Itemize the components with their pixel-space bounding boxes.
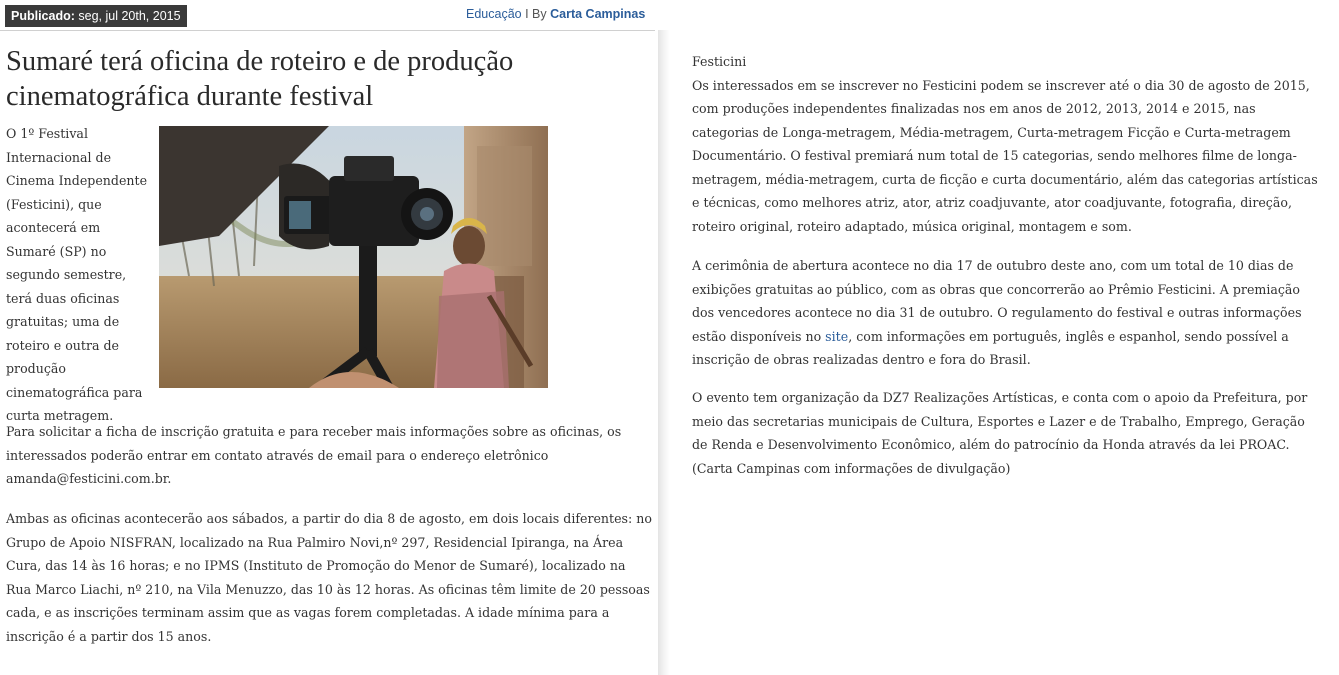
continuation-paragraph-organization: O evento tem organização da DZ7 Realizaç… [692,390,1308,476]
continuation-paragraph-registration: Festicini Os interessados em se inscrever… [692,50,1322,238]
film-camera-photo [159,126,548,388]
category-link[interactable]: Educação [466,7,522,21]
article-paragraph-contact: Para solicitar a ficha de inscrição grat… [6,424,622,486]
article-title: Sumaré terá oficina de roteiro e de prod… [6,46,514,112]
continuation-para1: Os interessados em se inscrever no Festi… [692,77,1318,234]
site-link[interactable]: site [825,329,848,344]
published-label: Publicado: [11,9,75,23]
author-separator: I By [525,7,547,21]
article-left-column: Publicado: seg, jul 20th, 2015 Educação … [0,0,655,675]
continuation-paragraph-ceremony: A cerimônia de abertura acontece no dia … [692,254,1322,372]
published-badge: Publicado: seg, jul 20th, 2015 [5,5,187,27]
continuation-heading: Festicini [692,54,747,69]
article-intro: O 1º Festival Internacional de Cinema In… [6,126,148,423]
column-divider [658,30,670,675]
published-date: seg, jul 20th, 2015 [78,9,181,23]
article-right-column: Festicini Os interessados em se inscrever… [670,30,1339,675]
author-link[interactable]: Carta Campinas [550,7,645,21]
article-meta-bar: Publicado: seg, jul 20th, 2015 Educação … [0,0,655,31]
category-author-line: Educação I By Carta Campinas [466,7,645,21]
article-paragraph-workshops: Ambas as oficinas acontecerão aos sábado… [6,511,652,644]
